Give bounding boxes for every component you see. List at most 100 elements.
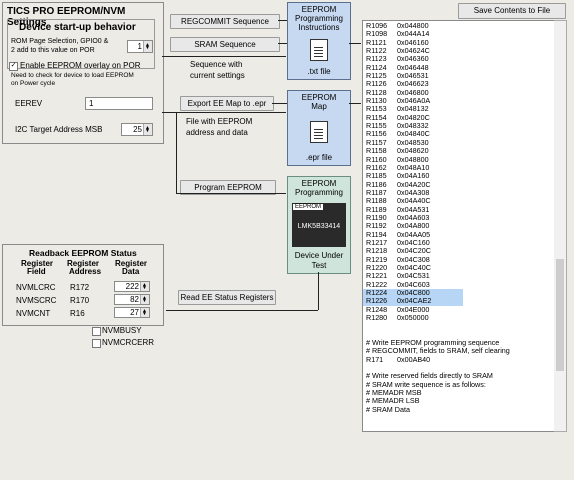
- nvmcrcerr-label: NVMCRCERR: [102, 338, 154, 347]
- list-item[interactable]: R1158 0x048620: [363, 146, 555, 155]
- arrow-dut-down: [318, 272, 319, 310]
- nvmbusy-checkbox[interactable]: [92, 327, 101, 336]
- nvmcrcerr-checkbox[interactable]: [92, 339, 101, 348]
- table-row-field: NVMSCRC: [16, 296, 57, 305]
- programming-instructions-box: EEPROM Programming Instructions .txt fil…: [287, 2, 351, 80]
- dut-line-2: Programming: [294, 188, 343, 197]
- seq-current-label-1: Sequence with: [190, 60, 243, 69]
- nvmbusy-label: NVMBUSY: [102, 326, 142, 335]
- save-contents-button[interactable]: Save Contents to File: [458, 3, 566, 19]
- list-item[interactable]: R1122 0x04624C: [363, 46, 555, 55]
- export-ee-map-button[interactable]: Export EE Map to .epr: [180, 96, 274, 111]
- list-item[interactable]: R1189 0x04A531: [363, 205, 555, 214]
- list-item[interactable]: R1126 0x046623: [363, 80, 555, 89]
- enable-overlay-checkbox[interactable]: ✓: [9, 62, 18, 71]
- list-item[interactable]: R1098 0x044A14: [363, 29, 555, 38]
- dut-line-3: Device Under: [294, 251, 344, 260]
- rom-page-spinner[interactable]: [143, 39, 152, 54]
- map-line-2: Map: [311, 102, 327, 111]
- list-item[interactable]: R1218 0x04C20C: [363, 246, 555, 255]
- prog-instr-line-2: Programming: [294, 14, 343, 23]
- nvmscrc-spinner[interactable]: [140, 293, 149, 306]
- list-item[interactable]: R1221 0x04C531: [363, 271, 555, 280]
- chip-eeprom-tag: EEPROM: [293, 204, 324, 210]
- list-item[interactable]: R1124 0x046448: [363, 63, 555, 72]
- list-item[interactable]: R1125 0x046531: [363, 71, 555, 80]
- list-item[interactable]: R1194 0x04AA05: [363, 230, 555, 239]
- comment-text: # SRAM Data: [366, 404, 410, 414]
- register-listing[interactable]: R1096 0x044800 R1098 0x044A14 R1121 0x046160 R…: [362, 20, 556, 432]
- seq-current-label-2: current settings: [190, 71, 245, 80]
- list-item[interactable]: R1160 0x048800: [363, 155, 555, 164]
- arrow-readback: [166, 310, 318, 311]
- list-item[interactable]: R1187 0x04A308: [363, 188, 555, 197]
- listing-scrollbar[interactable]: [554, 20, 567, 432]
- list-item[interactable]: R1096 0x044800: [363, 21, 555, 30]
- txt-file-label: .txt file: [307, 67, 331, 76]
- chip-part-label: LMK5B33414: [297, 223, 341, 230]
- list-item[interactable]: R1154 0x04820C: [363, 113, 555, 122]
- chip-icon: EEPROM LMK5B33414: [292, 203, 346, 247]
- list-item[interactable]: R1190 0x04A603: [363, 213, 555, 222]
- nvmcnt-data-input[interactable]: 27: [114, 306, 150, 319]
- i2c-input[interactable]: 25: [121, 122, 153, 137]
- arrow-sram: [278, 43, 287, 44]
- list-item[interactable]: R1130 0x046A0A: [363, 96, 555, 105]
- arrow-regcommit: [278, 20, 287, 21]
- list-item[interactable]: R1155 0x048332: [363, 121, 555, 130]
- listing-blank: [363, 322, 555, 330]
- list-item[interactable]: R1186 0x04A20C: [363, 180, 555, 189]
- startup-heading: Device start-up behavior: [19, 22, 136, 33]
- scrollbar-thumb[interactable]: [556, 259, 564, 371]
- rom-page-input[interactable]: 1: [127, 39, 153, 54]
- table-row-addr: R170: [70, 296, 90, 305]
- eerev-input[interactable]: 1: [85, 97, 153, 110]
- list-item[interactable]: R1156 0x04840C: [363, 130, 555, 139]
- nvmlcrc-spinner[interactable]: [140, 280, 149, 293]
- table-row-field: NVMLCRC: [16, 283, 56, 292]
- comment-text: # REGCOMMIT, fields to SRAM, self cleari…: [366, 346, 510, 356]
- table-row-addr: R172: [70, 283, 90, 292]
- file-eeprom-label-1: File with EEPROM: [186, 117, 253, 126]
- readback-title: Readback EEPROM Status: [29, 248, 137, 258]
- list-item[interactable]: R1192 0x04A800: [363, 221, 555, 230]
- list-item[interactable]: R1123 0x046360: [363, 55, 555, 64]
- list-item[interactable]: R1121 0x046160: [363, 38, 555, 47]
- sram-sequence-button[interactable]: SRAM Sequence: [170, 37, 280, 52]
- arrow-program-vertical: [176, 112, 177, 194]
- list-item[interactable]: R1153 0x048132: [363, 105, 555, 114]
- regcommit-sequence-button[interactable]: REGCOMMIT Sequence: [170, 14, 280, 29]
- txt-file-icon: [310, 39, 328, 61]
- list-item[interactable]: R1222 0x04C603: [363, 280, 555, 289]
- comment-line: # REGCOMMIT, fields to SRAM, self cleari…: [363, 346, 555, 356]
- col-addr-header-2: Address: [69, 267, 102, 276]
- list-item[interactable]: R1162 0x048A10: [363, 163, 555, 172]
- comment-line: # SRAM Data: [363, 404, 555, 414]
- i2c-spinner[interactable]: [143, 122, 152, 137]
- register-name: R171: [366, 354, 384, 364]
- register-value: 0x00AB40: [397, 354, 431, 364]
- i2c-label: I2C Target Address MSB: [15, 125, 103, 134]
- eeprom-map-box: EEPROM Map .epr file: [287, 90, 351, 166]
- nvmlcrc-data-input[interactable]: 222: [114, 280, 150, 293]
- nvmscrc-data-input[interactable]: 82: [114, 293, 150, 306]
- list-item[interactable]: R1185 0x04A160: [363, 171, 555, 180]
- list-item[interactable]: R1217 0x04C160: [363, 238, 555, 247]
- list-item[interactable]: R1280 0x050000: [363, 313, 555, 323]
- list-item[interactable]: R1248 0x04E000: [363, 305, 555, 314]
- nvmscrc-data-value: 82: [130, 295, 139, 304]
- list-item[interactable]: R1220 0x04C40C: [363, 263, 555, 272]
- table-row-addr: R16: [70, 309, 85, 318]
- arrow-program: [176, 193, 286, 194]
- list-item[interactable]: R1128 0x046800: [363, 88, 555, 97]
- nvmcnt-spinner[interactable]: [140, 306, 149, 319]
- list-item[interactable]: R1219 0x04C308: [363, 255, 555, 264]
- register-value: 0x050000: [397, 313, 429, 323]
- prog-instr-line-1: EEPROM: [301, 5, 337, 14]
- list-item[interactable]: R1157 0x048530: [363, 138, 555, 147]
- col-data-header-2: Data: [122, 267, 140, 276]
- list-item[interactable]: R1188 0x04A40C: [363, 196, 555, 205]
- register-name: R1280: [366, 313, 388, 323]
- read-ee-status-button[interactable]: Read EE Status Registers: [178, 290, 276, 305]
- nvmlcrc-data-value: 222: [125, 282, 139, 291]
